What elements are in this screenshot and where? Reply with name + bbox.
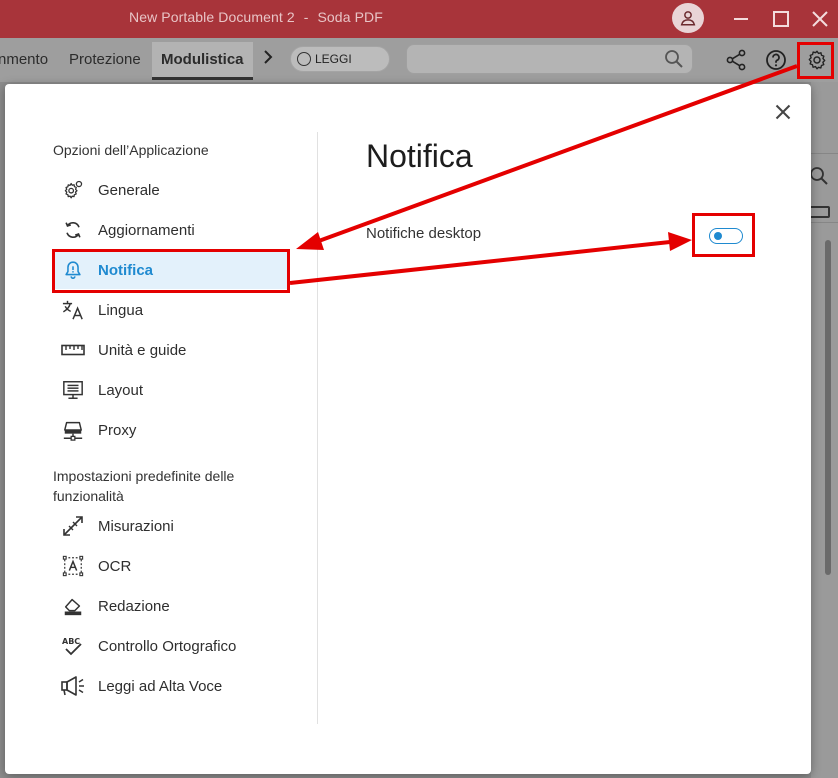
annotation-arrows [289, 64, 798, 285]
annotation-arrow-line [315, 64, 798, 244]
annotation-arrow-line [289, 240, 671, 285]
annotation-arrowhead [668, 232, 692, 251]
annotation-arrowhead [296, 232, 324, 250]
